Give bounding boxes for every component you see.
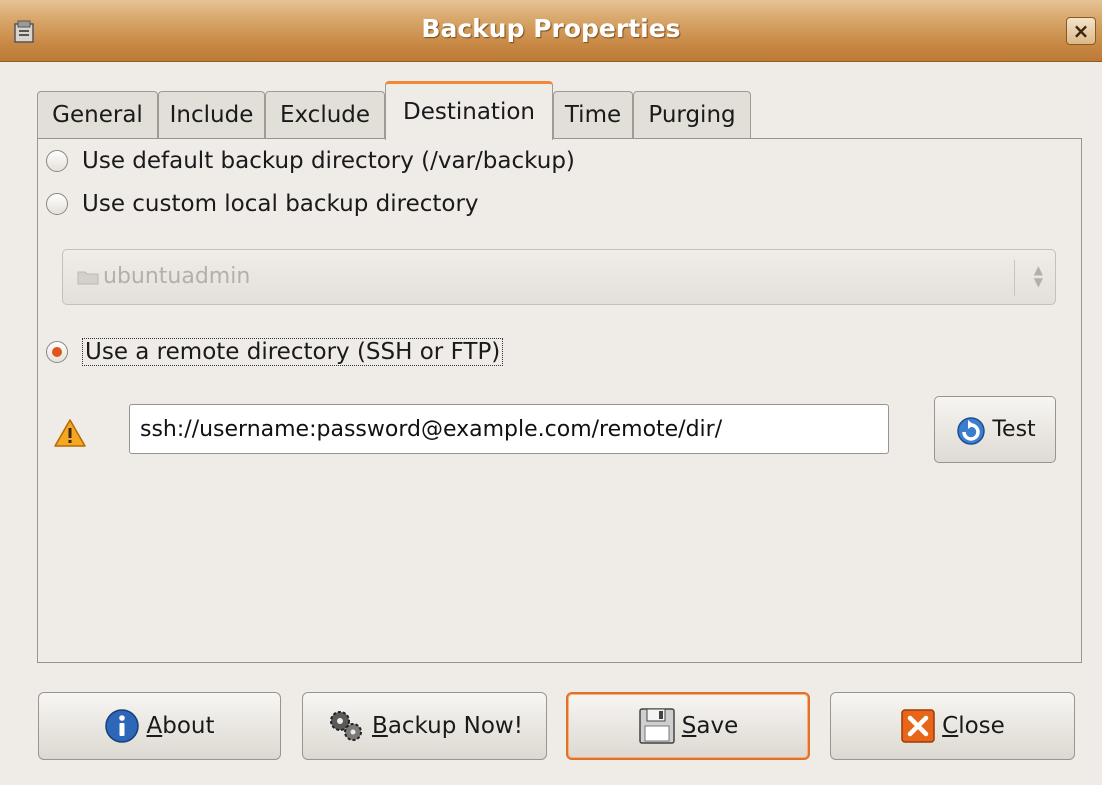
folder-icon — [77, 271, 99, 285]
folder-chooser-combo[interactable]: ubuntuadmin ▲ ▼ — [62, 249, 1056, 305]
test-button[interactable]: Test — [934, 396, 1056, 463]
title-bar[interactable]: Backup Properties × — [0, 0, 1102, 62]
folder-combo-value: ubuntuadmin — [103, 264, 251, 289]
radio-button[interactable] — [46, 150, 68, 172]
tab-time[interactable]: Time — [553, 91, 633, 139]
close-window-icon[interactable]: × — [1066, 17, 1096, 45]
save-button[interactable]: Save — [566, 692, 810, 760]
tab-include[interactable]: Include — [158, 91, 265, 139]
close-icon — [901, 709, 935, 743]
info-icon — [105, 709, 140, 743]
refresh-icon — [957, 416, 986, 445]
about-button[interactable]: About — [38, 692, 281, 760]
radio-remote-label: Use a remote directory (SSH or FTP) — [82, 338, 504, 366]
radio-button[interactable] — [46, 193, 68, 215]
about-button-label: About — [146, 713, 215, 739]
tab-general[interactable]: General — [37, 91, 158, 139]
test-button-label: Test — [992, 417, 1036, 442]
radio-default-label: Use default backup directory (/var/backu… — [82, 148, 575, 174]
tab-purging[interactable]: Purging — [633, 91, 751, 139]
remote-url-input[interactable] — [129, 404, 889, 454]
close-button[interactable]: Close — [830, 692, 1075, 760]
radio-remote-directory[interactable]: Use a remote directory (SSH or FTP) — [46, 338, 504, 366]
save-button-label: Save — [681, 713, 739, 739]
radio-custom-label: Use custom local backup directory — [82, 191, 479, 217]
window-title: Backup Properties — [421, 14, 681, 43]
radio-default-directory[interactable]: Use default backup directory (/var/backu… — [46, 148, 575, 174]
backup-now-button-label: Backup Now! — [372, 713, 523, 739]
tab-destination[interactable]: Destination — [385, 81, 553, 140]
warning-icon — [54, 419, 86, 447]
floppy-disk-icon — [639, 708, 675, 744]
backup-properties-window: Backup Properties × General Include Excl… — [0, 0, 1102, 785]
radio-button-checked[interactable] — [46, 341, 68, 363]
close-button-label: Close — [942, 713, 1005, 739]
tab-exclude[interactable]: Exclude — [265, 91, 385, 139]
gears-icon — [330, 711, 363, 741]
backup-now-button[interactable]: Backup Now! — [302, 692, 547, 760]
combo-separator — [1014, 260, 1015, 296]
radio-custom-directory[interactable]: Use custom local backup directory — [46, 191, 479, 217]
combo-arrows-icon: ▲ ▼ — [1033, 263, 1043, 289]
